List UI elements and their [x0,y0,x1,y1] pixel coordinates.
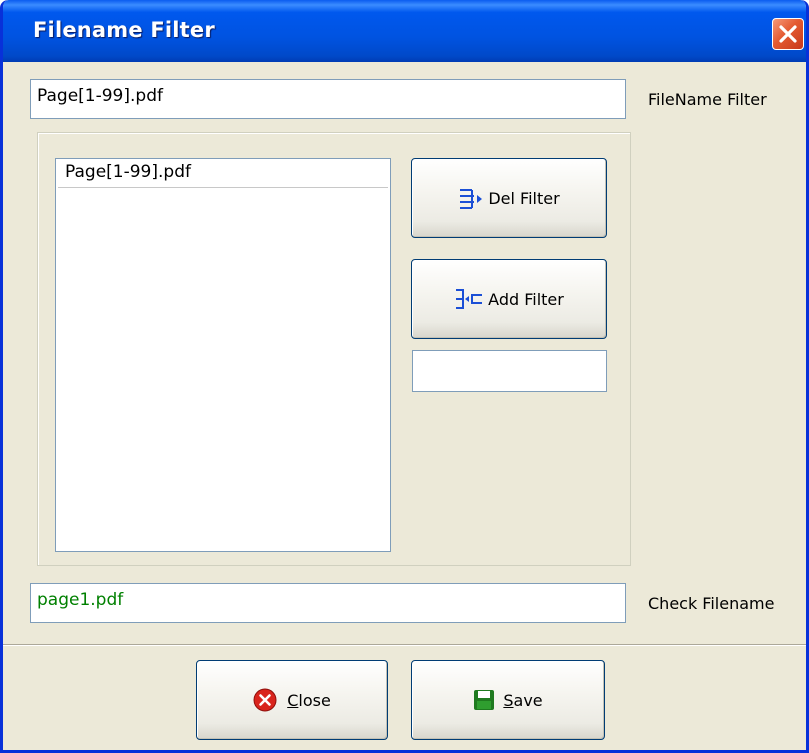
window-title: Filename Filter [33,18,215,42]
filename-filter-label: FileName Filter [648,90,767,109]
check-filename-label: Check Filename [648,594,775,613]
remove-filter-icon [458,187,484,209]
new-filter-input[interactable] [412,350,607,392]
title-close-button[interactable] [772,18,804,50]
save-button[interactable]: Save [411,660,605,740]
save-label: Save [503,690,543,710]
red-close-icon [253,688,277,712]
close-icon [779,25,797,43]
floppy-disk-icon [473,689,495,711]
footer-divider [3,644,806,646]
filter-listbox[interactable]: Page[1-99].pdf [55,158,391,552]
filename-filter-input[interactable]: Page[1-99].pdf [30,79,626,119]
close-button[interactable]: Close [196,660,388,740]
close-label: Close [287,690,331,710]
add-filter-label: Add Filter [488,289,564,309]
del-filter-button[interactable]: Del Filter [411,158,607,238]
add-filter-icon [454,287,484,311]
title-bar[interactable]: Filename Filter [3,0,806,62]
list-item[interactable]: Page[1-99].pdf [58,159,388,188]
del-filter-label: Del Filter [488,188,560,208]
add-filter-button[interactable]: Add Filter [411,259,607,339]
filename-filter-dialog: Filename Filter Page[1-99].pdf FileName … [0,0,809,753]
check-filename-input[interactable]: page1.pdf [30,583,626,623]
